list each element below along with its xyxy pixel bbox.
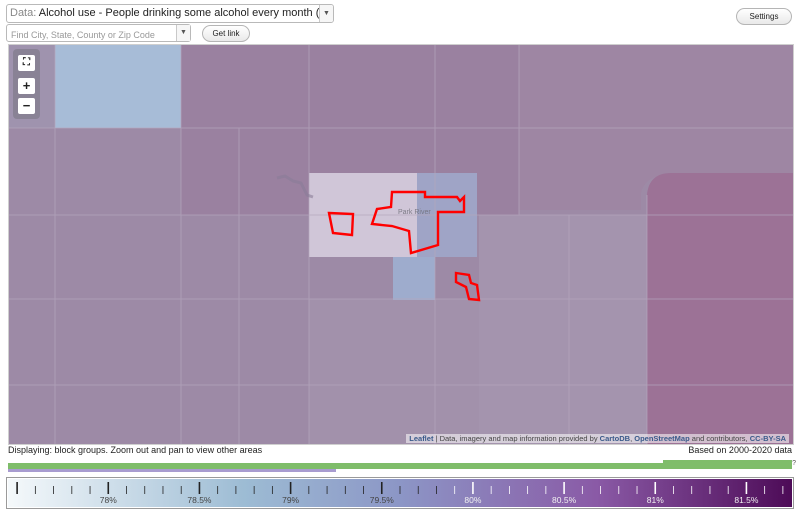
block-group-blue-south <box>393 257 435 300</box>
zoom-control: ⛶ + − <box>13 49 40 119</box>
zoom-in-button[interactable]: + <box>18 78 35 94</box>
legend-tick-label: 79.5% <box>369 495 394 505</box>
legend-tick-label: 80% <box>464 495 482 505</box>
get-link-button[interactable]: Get link <box>202 25 250 42</box>
display-status: Displaying: block groups. Zoom out and p… <box>8 445 263 455</box>
legend-tick-label: 78.5% <box>187 495 212 505</box>
tract-southeast <box>479 215 647 444</box>
coverage-graph <box>8 457 792 472</box>
data-years: Based on 2000-2020 data <box>688 445 792 455</box>
color-legend: 78% 78.5% 79% 79.5% 80% 80.5% 81% 81.5% <box>6 477 794 509</box>
settings-button[interactable]: Settings <box>736 8 792 25</box>
chevron-down-icon[interactable]: ▼ <box>176 25 190 41</box>
coverage-help-icon[interactable]: ? <box>792 460 796 467</box>
coverage-green-band <box>8 464 792 469</box>
coverage-purple <box>8 469 336 472</box>
legend-tick-label: 78% <box>99 495 117 505</box>
map-attribution: Leaflet | Data, imagery and map informat… <box>406 434 789 443</box>
tract-east <box>647 173 793 444</box>
zoom-out-button[interactable]: − <box>18 98 35 114</box>
data-select-prefix: Data: <box>10 7 37 19</box>
map-view[interactable]: Park River ⛶ + − Leaflet | Data, imagery… <box>8 44 794 445</box>
coverage-green <box>8 460 792 464</box>
coverage-bar[interactable]: ? <box>8 456 796 476</box>
cartodb-link[interactable]: CartoDB <box>600 434 630 443</box>
tract-northwest-light <box>55 45 181 128</box>
chevron-down-icon[interactable]: ▼ <box>319 5 333 22</box>
osm-link[interactable]: OpenStreetMap <box>634 434 689 443</box>
map-canvas <box>9 45 793 444</box>
legend-tick-label: 81.5% <box>734 495 759 505</box>
leaflet-link[interactable]: Leaflet <box>409 434 433 443</box>
place-label: Park River <box>398 209 431 216</box>
license-link[interactable]: CC-BY-SA <box>750 434 786 443</box>
search-field[interactable]: ▼ <box>6 24 191 43</box>
data-select[interactable]: Data: Alcohol use - People drinking some… <box>6 4 334 23</box>
legend-tick-label: 80.5% <box>552 495 577 505</box>
legend-tick-label: 81% <box>646 495 664 505</box>
legend-scale <box>8 479 792 507</box>
data-select-value: Alcohol use - People drinking some alcoh… <box>38 7 333 19</box>
zoom-fit-button[interactable]: ⛶ <box>18 55 35 71</box>
search-input[interactable] <box>7 27 175 43</box>
legend-tick-label: 79% <box>282 495 300 505</box>
